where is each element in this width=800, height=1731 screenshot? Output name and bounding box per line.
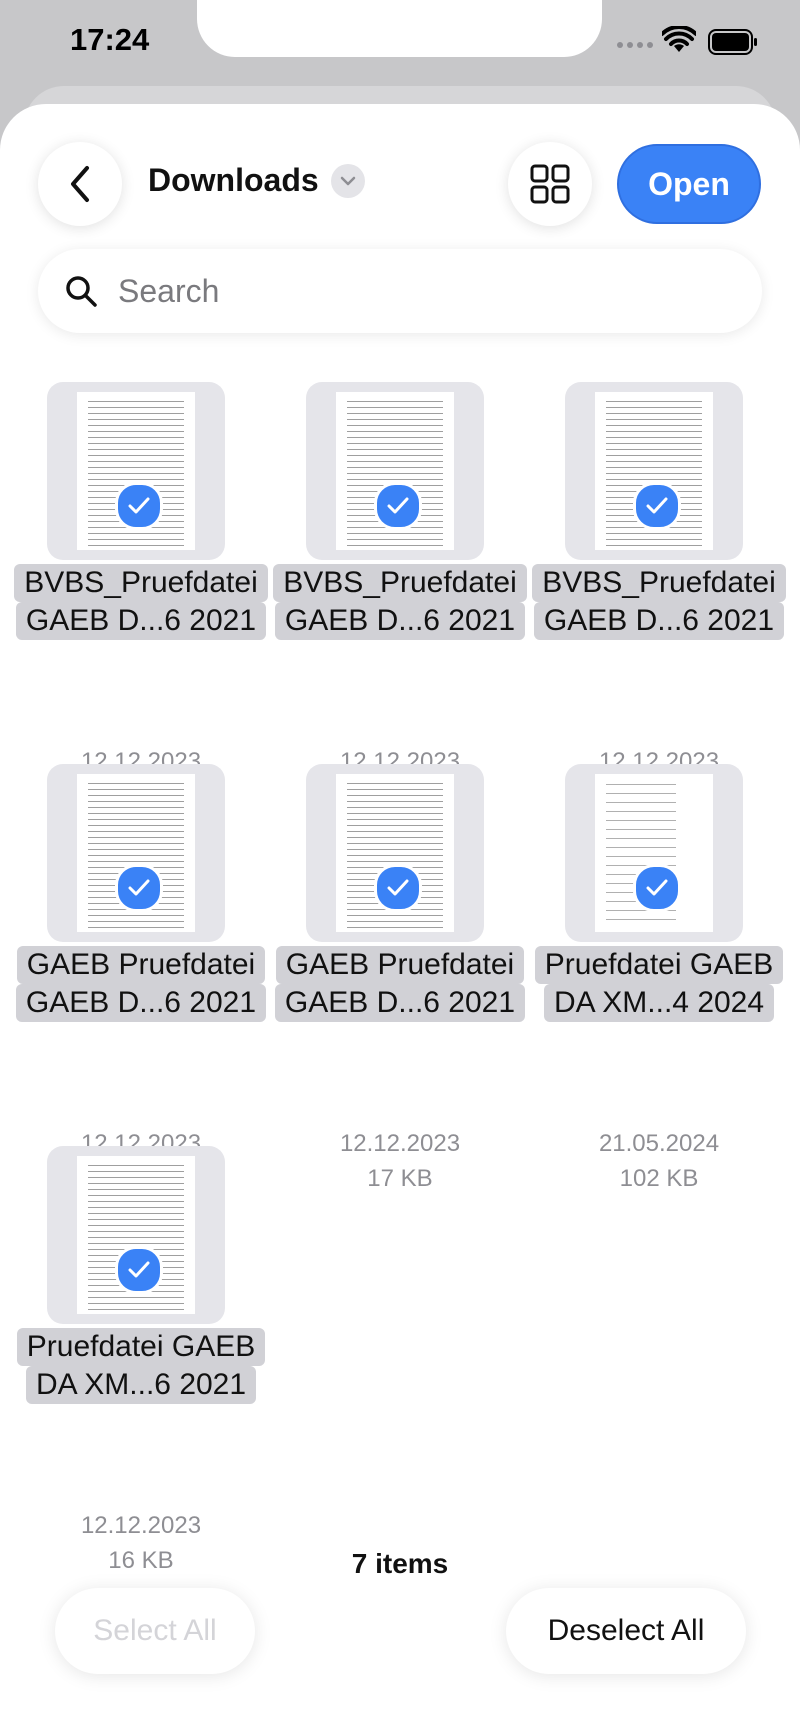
file-name: Pruefdatei GAEB DA XM...6 2021: [11, 1328, 271, 1404]
checkmark-icon: [115, 1246, 163, 1294]
search-icon: [66, 276, 97, 307]
location-title-menu[interactable]: Downloads: [148, 162, 365, 199]
checkmark-icon: [115, 864, 163, 912]
checkmark-icon: [374, 864, 422, 912]
file-name: Pruefdatei GAEB DA XM...4 2024: [529, 946, 789, 1022]
file-name: BVBS_Pruefdatei GAEB D...6 2021: [529, 564, 789, 640]
file-name-line2: GAEB D...6 2021: [15, 602, 267, 640]
chevron-down-icon: [330, 163, 365, 198]
file-size: 102 KB: [619, 1165, 699, 1192]
grid-view-icon: [530, 164, 570, 204]
item-count: 7 items: [351, 1548, 449, 1579]
file-name-line2: DA XM...4 2024: [543, 984, 775, 1022]
file-name-line1: BVBS_Pruefdatei: [14, 564, 268, 602]
checkmark-icon: [374, 482, 422, 530]
file-name: GAEB Pruefdatei GAEB D...6 2021: [270, 946, 530, 1022]
file-name: BVBS_Pruefdatei GAEB D...6 2021: [270, 564, 530, 640]
back-button[interactable]: [38, 142, 122, 226]
battery-icon: [708, 29, 757, 55]
wifi-icon: [662, 26, 696, 52]
deselect-all-button[interactable]: Deselect All: [506, 1588, 746, 1674]
file-name-line1: BVBS_Pruefdatei: [273, 564, 527, 602]
file-name-line1: BVBS_Pruefdatei: [532, 564, 786, 602]
status-time: 17:24: [70, 22, 150, 57]
chevron-left-icon: [71, 166, 89, 202]
file-thumbnail: [565, 764, 743, 942]
view-mode-button[interactable]: [508, 142, 592, 226]
file-thumbnail: [47, 382, 225, 560]
file-name: GAEB Pruefdatei GAEB D...6 2021: [11, 946, 271, 1022]
select-all-button[interactable]: Select All: [55, 1588, 255, 1674]
file-date: 12.12.2023: [80, 1512, 202, 1539]
checkmark-icon: [633, 864, 681, 912]
file-size: 17 KB: [367, 1165, 433, 1192]
file-name: BVBS_Pruefdatei GAEB D...6 2021: [11, 564, 271, 640]
file-date: 21.05.2024: [598, 1130, 720, 1157]
checkmark-icon: [633, 482, 681, 530]
file-name-line1: GAEB Pruefdatei: [275, 946, 525, 984]
file-picker-sheet: Downloads Open BVBS_Pruefdatei GAEB D...…: [0, 104, 800, 1731]
search-bar[interactable]: [38, 249, 762, 333]
file-thumbnail: [565, 382, 743, 560]
checkmark-icon: [115, 482, 163, 530]
file-name-line1: GAEB Pruefdatei: [16, 946, 266, 984]
file-thumbnail: [47, 1146, 225, 1324]
file-thumbnail: [306, 382, 484, 560]
page-title: Downloads: [148, 162, 319, 198]
file-thumbnail: [306, 764, 484, 942]
signal-icon: [617, 42, 653, 48]
file-name-line1: Pruefdatei GAEB: [534, 946, 784, 984]
file-name-line1: Pruefdatei GAEB: [16, 1328, 266, 1366]
file-date: 12.12.2023: [339, 1130, 461, 1157]
search-input[interactable]: [116, 271, 720, 311]
file-name-line2: GAEB D...6 2021: [274, 984, 526, 1022]
open-button[interactable]: Open: [617, 144, 761, 224]
device-notch: [197, 0, 602, 57]
file-name-line2: GAEB D...6 2021: [274, 602, 526, 640]
file-name-line2: GAEB D...6 2021: [533, 602, 785, 640]
status-bar: 17:24: [0, 0, 800, 100]
file-name-line2: GAEB D...6 2021: [15, 984, 267, 1022]
file-name-line2: DA XM...6 2021: [25, 1366, 257, 1404]
file-thumbnail: [47, 764, 225, 942]
